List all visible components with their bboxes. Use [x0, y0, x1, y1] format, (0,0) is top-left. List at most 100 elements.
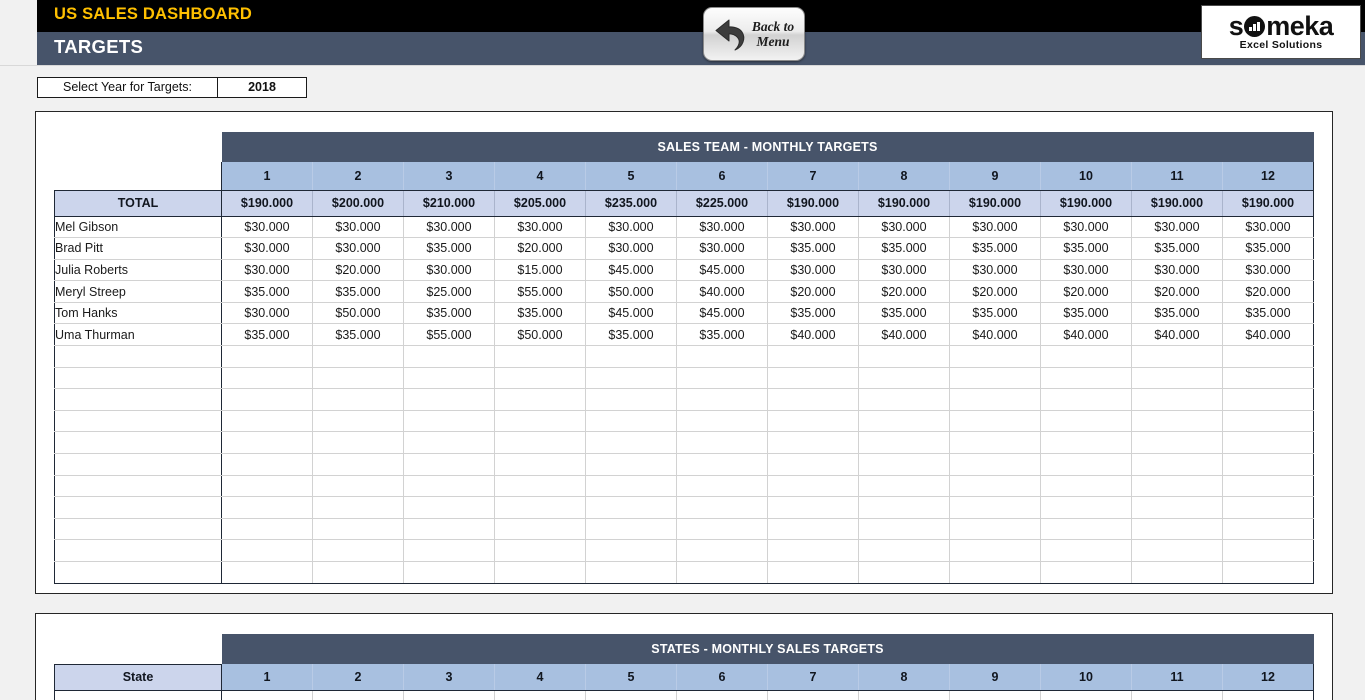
salesperson-name-cell[interactable]: [54, 539, 222, 562]
target-value-cell[interactable]: [858, 518, 950, 541]
target-value-cell[interactable]: $35.000: [676, 323, 768, 347]
target-value-cell[interactable]: $35.000: [312, 280, 404, 303]
target-value-cell[interactable]: $20.000: [949, 280, 1041, 303]
target-value-cell[interactable]: [585, 345, 677, 368]
target-value-cell[interactable]: $30.000: [858, 259, 950, 282]
target-value-cell[interactable]: $35.000: [1040, 302, 1132, 325]
target-value-cell[interactable]: [1131, 431, 1223, 455]
target-value-cell[interactable]: [1222, 518, 1314, 541]
target-value-cell[interactable]: [767, 561, 859, 584]
target-value-cell[interactable]: $30.000: [403, 259, 495, 282]
target-value-cell[interactable]: [312, 561, 404, 584]
salesperson-name-cell[interactable]: [54, 388, 222, 411]
target-value-cell[interactable]: [858, 453, 950, 476]
target-value-cell[interactable]: [1131, 388, 1223, 411]
target-value-cell[interactable]: $30.000: [1131, 216, 1223, 239]
target-value-cell[interactable]: [858, 496, 950, 519]
target-value-cell[interactable]: [494, 496, 586, 519]
target-value-cell[interactable]: [221, 475, 313, 498]
target-value-cell[interactable]: [403, 496, 495, 519]
target-value-cell[interactable]: [494, 410, 586, 433]
target-value-cell[interactable]: [858, 388, 950, 411]
target-value-cell[interactable]: [312, 345, 404, 368]
target-value-cell[interactable]: [1222, 388, 1314, 411]
target-value-cell[interactable]: $20.000: [767, 280, 859, 303]
target-value-cell[interactable]: [949, 388, 1041, 411]
target-value-cell[interactable]: [494, 561, 586, 584]
target-value-cell[interactable]: [767, 475, 859, 498]
target-value-cell[interactable]: [1040, 539, 1132, 562]
target-value-cell[interactable]: [312, 410, 404, 433]
target-value-cell[interactable]: [403, 518, 495, 541]
target-value-cell[interactable]: [403, 475, 495, 498]
target-value-cell[interactable]: [1040, 475, 1132, 498]
target-value-cell[interactable]: [676, 475, 768, 498]
target-value-cell[interactable]: [403, 561, 495, 584]
state-target-value-cell[interactable]: [312, 690, 404, 700]
target-value-cell[interactable]: $35.000: [767, 237, 859, 260]
state-target-value-cell[interactable]: [1131, 690, 1223, 700]
target-value-cell[interactable]: $35.000: [1222, 237, 1314, 260]
target-value-cell[interactable]: $30.000: [676, 216, 768, 239]
target-value-cell[interactable]: [767, 410, 859, 433]
target-value-cell[interactable]: [1131, 539, 1223, 562]
target-value-cell[interactable]: [858, 539, 950, 562]
target-value-cell[interactable]: [221, 518, 313, 541]
target-value-cell[interactable]: [221, 367, 313, 390]
target-value-cell[interactable]: $30.000: [221, 259, 313, 282]
target-value-cell[interactable]: [494, 518, 586, 541]
target-value-cell[interactable]: $45.000: [676, 259, 768, 282]
salesperson-name-cell[interactable]: Brad Pitt: [54, 237, 222, 260]
target-value-cell[interactable]: $20.000: [1222, 280, 1314, 303]
salesperson-name-cell[interactable]: Meryl Streep: [54, 280, 222, 303]
target-value-cell[interactable]: $35.000: [1131, 237, 1223, 260]
target-value-cell[interactable]: $30.000: [312, 237, 404, 260]
target-value-cell[interactable]: [221, 431, 313, 455]
target-value-cell[interactable]: $30.000: [312, 216, 404, 239]
target-value-cell[interactable]: [1131, 345, 1223, 368]
target-value-cell[interactable]: [403, 410, 495, 433]
salesperson-name-cell[interactable]: Julia Roberts: [54, 259, 222, 282]
target-value-cell[interactable]: [676, 518, 768, 541]
target-value-cell[interactable]: $40.000: [949, 323, 1041, 347]
target-value-cell[interactable]: [949, 539, 1041, 562]
target-value-cell[interactable]: [221, 410, 313, 433]
target-value-cell[interactable]: [494, 475, 586, 498]
target-value-cell[interactable]: [1222, 453, 1314, 476]
target-value-cell[interactable]: $25.000: [403, 280, 495, 303]
target-value-cell[interactable]: [221, 539, 313, 562]
target-value-cell[interactable]: $30.000: [1131, 259, 1223, 282]
salesperson-name-cell[interactable]: Uma Thurman: [54, 323, 222, 347]
target-value-cell[interactable]: [767, 367, 859, 390]
target-value-cell[interactable]: $40.000: [1040, 323, 1132, 347]
year-selector[interactable]: Select Year for Targets: 2018: [37, 77, 307, 98]
target-value-cell[interactable]: [1040, 431, 1132, 455]
target-value-cell[interactable]: $45.000: [585, 259, 677, 282]
target-value-cell[interactable]: $30.000: [585, 237, 677, 260]
target-value-cell[interactable]: [767, 388, 859, 411]
target-value-cell[interactable]: $40.000: [676, 280, 768, 303]
salesperson-name-cell[interactable]: [54, 367, 222, 390]
target-value-cell[interactable]: $50.000: [494, 323, 586, 347]
target-value-cell[interactable]: $30.000: [949, 259, 1041, 282]
target-value-cell[interactable]: [949, 561, 1041, 584]
target-value-cell[interactable]: [676, 388, 768, 411]
target-value-cell[interactable]: $45.000: [676, 302, 768, 325]
target-value-cell[interactable]: [1222, 539, 1314, 562]
target-value-cell[interactable]: [494, 388, 586, 411]
salesperson-name-cell[interactable]: [54, 431, 222, 455]
target-value-cell[interactable]: [585, 453, 677, 476]
target-value-cell[interactable]: [494, 453, 586, 476]
target-value-cell[interactable]: [858, 475, 950, 498]
target-value-cell[interactable]: [949, 475, 1041, 498]
target-value-cell[interactable]: $30.000: [676, 237, 768, 260]
state-target-value-cell[interactable]: [858, 690, 950, 700]
target-value-cell[interactable]: [676, 345, 768, 368]
target-value-cell[interactable]: $35.000: [949, 302, 1041, 325]
salesperson-name-cell[interactable]: [54, 453, 222, 476]
target-value-cell[interactable]: $30.000: [1222, 216, 1314, 239]
target-value-cell[interactable]: [767, 539, 859, 562]
target-value-cell[interactable]: [1040, 410, 1132, 433]
target-value-cell[interactable]: [858, 431, 950, 455]
target-value-cell[interactable]: [403, 539, 495, 562]
